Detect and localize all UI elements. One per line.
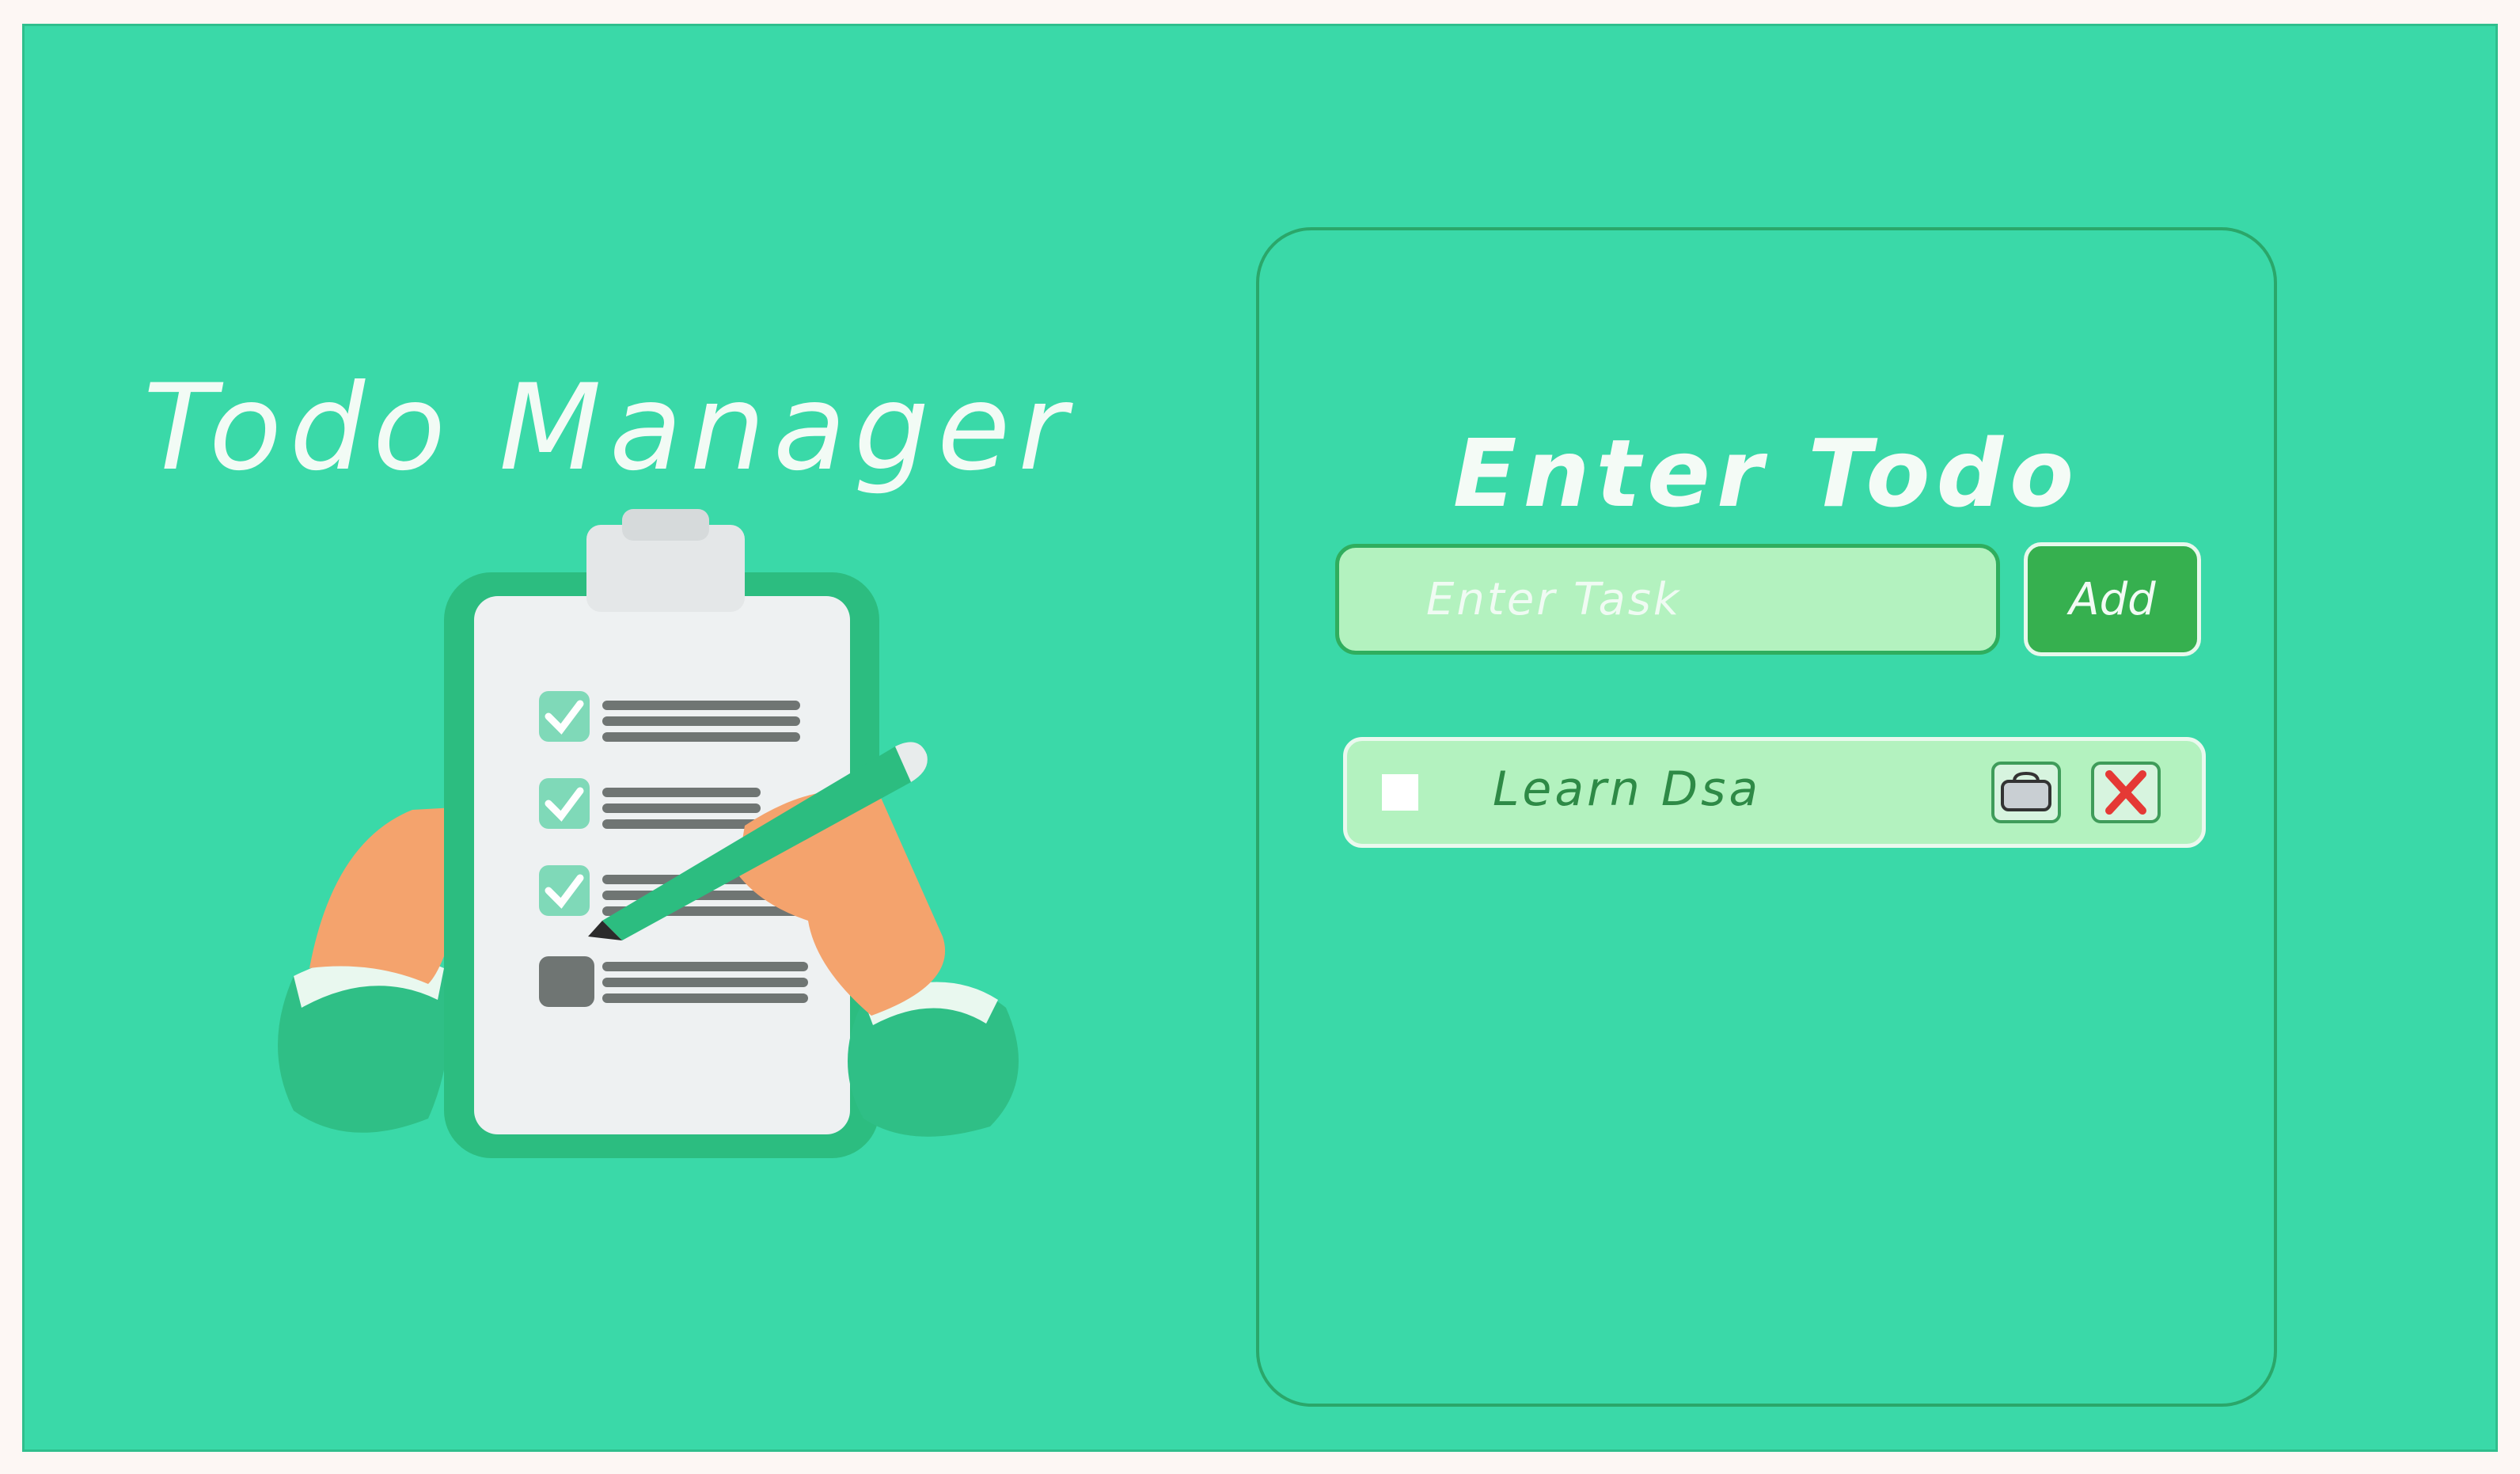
clipboard-checklist-illustration	[278, 509, 1019, 1158]
task-input[interactable]	[1335, 544, 2000, 655]
toolbox-edit-icon	[2001, 771, 2051, 811]
todo-panel: Enter Todo Add Learn Dsa	[1256, 227, 2277, 1407]
todo-item: Learn Dsa	[1343, 737, 2206, 848]
delete-button[interactable]	[2091, 762, 2161, 823]
checklist-row	[539, 956, 808, 1007]
app-frame: Todo Manager Enter Todo Enter Task Add L…	[22, 24, 2498, 1452]
edit-button[interactable]	[1991, 762, 2061, 823]
todo-text: Learn Dsa	[1493, 762, 1762, 817]
app-title: Todo Manager	[143, 359, 1076, 497]
todo-list: Learn Dsa	[1343, 737, 2206, 848]
panel-title: Enter Todo	[1452, 418, 2081, 528]
add-button[interactable]: Add	[2024, 542, 2201, 656]
todo-checkbox[interactable]	[1382, 774, 1418, 811]
red-x-delete-icon	[2105, 770, 2146, 815]
